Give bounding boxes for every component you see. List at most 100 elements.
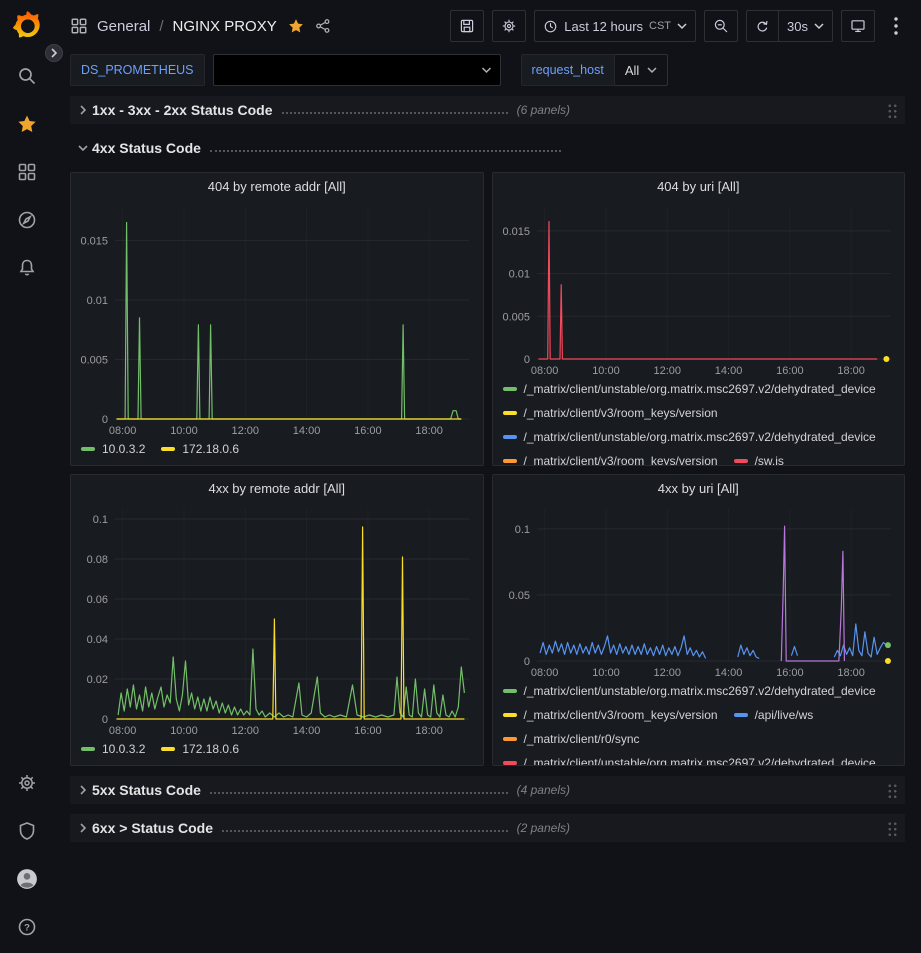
save-dashboard-button[interactable] xyxy=(450,10,484,42)
chart-canvas[interactable]: 00.0050.010.01508:0010:0012:0014:0016:00… xyxy=(497,199,901,377)
row-expanded-chevron-icon xyxy=(74,144,92,152)
variable-value-request-host-dropdown[interactable]: All xyxy=(615,54,668,86)
legend-item[interactable]: /sw.js xyxy=(734,451,784,465)
share-dashboard-button[interactable] xyxy=(315,18,331,34)
kebab-menu-button[interactable] xyxy=(883,10,909,42)
svg-text:12:00: 12:00 xyxy=(231,725,259,737)
refresh-icon xyxy=(755,19,770,34)
row-drag-handle[interactable] xyxy=(886,782,897,798)
panel-title[interactable]: 4xx by remote addr [All] xyxy=(71,475,483,501)
dashboard-canvas: 1xx - 3xx - 2xx Status Code (6 panels) 4… xyxy=(54,88,921,953)
svg-text:0.05: 0.05 xyxy=(508,590,529,602)
chevron-down-icon xyxy=(677,22,687,30)
panel-title[interactable]: 404 by remote addr [All] xyxy=(71,173,483,199)
panel-title[interactable]: 4xx by uri [All] xyxy=(493,475,905,501)
variable-value-ds-prometheus-dropdown[interactable] xyxy=(213,54,501,86)
series-line xyxy=(117,527,465,719)
variables-bar: DS_PROMETHEUS request_host All xyxy=(54,52,921,88)
legend-item[interactable]: /_matrix/client/v3/room_keys/version xyxy=(503,403,718,423)
legend-item[interactable]: /_matrix/client/unstable/org.matrix.msc2… xyxy=(503,753,876,765)
refresh-dashboard-button[interactable] xyxy=(746,10,779,42)
legend-item[interactable]: 172.18.0.6 xyxy=(161,439,239,459)
legend-item[interactable]: /_matrix/client/unstable/org.matrix.msc2… xyxy=(503,681,876,701)
row-header-1xx-3xx-2xx[interactable]: 1xx - 3xx - 2xx Status Code (6 panels) xyxy=(70,96,905,124)
tv-mode-button[interactable] xyxy=(841,10,875,42)
legend-item[interactable]: 10.0.3.2 xyxy=(81,439,145,459)
apps-icon xyxy=(70,17,88,35)
gear-icon xyxy=(17,773,37,793)
sidebar-help-button[interactable]: ? xyxy=(7,907,47,947)
legend-item[interactable]: /_matrix/client/r0/sync xyxy=(503,729,640,749)
sidebar-dashboards-button[interactable] xyxy=(7,152,47,192)
sidebar-user-avatar-button[interactable] xyxy=(7,859,47,899)
chart-canvas[interactable]: 00.020.040.060.080.108:0010:0012:0014:00… xyxy=(75,501,479,737)
zoom-out-icon xyxy=(713,18,729,34)
svg-text:18:00: 18:00 xyxy=(837,667,865,679)
sidebar-top-nav xyxy=(7,56,47,288)
grafana-logo[interactable] xyxy=(12,10,42,40)
svg-text:16:00: 16:00 xyxy=(354,425,382,437)
legend-item[interactable]: 10.0.3.2 xyxy=(81,739,145,759)
time-series-chart: 00.020.040.060.080.108:0010:0012:0014:00… xyxy=(75,501,479,737)
legend-series-name: /_matrix/client/v3/room_keys/version xyxy=(524,406,718,420)
legend-series-name: /api/live/ws xyxy=(755,708,814,722)
main-area: General / NGINX PROXY xyxy=(54,0,921,953)
row-drag-handle[interactable] xyxy=(886,820,897,836)
variable-request-host-selected: All xyxy=(625,63,639,78)
panel-title[interactable]: 404 by uri [All] xyxy=(493,173,905,199)
chart-canvas[interactable]: 00.0050.010.01508:0010:0012:0014:0016:00… xyxy=(75,199,479,437)
legend-series-name: 10.0.3.2 xyxy=(102,442,145,456)
chart-canvas[interactable]: 00.050.108:0010:0012:0014:0016:0018:00 xyxy=(497,501,901,679)
legend-item[interactable]: /_matrix/client/v3/room_keys/version xyxy=(503,451,718,465)
time-range-picker-button[interactable]: Last 12 hours CST xyxy=(534,10,696,42)
sidebar-configuration-button[interactable] xyxy=(7,763,47,803)
question-circle-icon: ? xyxy=(17,917,37,937)
series-end-dot xyxy=(884,642,890,648)
row-header-4xx[interactable]: 4xx Status Code xyxy=(70,134,905,162)
legend-color-marker xyxy=(503,435,517,439)
legend-color-marker xyxy=(161,747,175,751)
sidebar-search-button[interactable] xyxy=(7,56,47,96)
sidebar-alerting-button[interactable] xyxy=(7,248,47,288)
svg-text:0.005: 0.005 xyxy=(80,354,108,366)
row-header-5xx[interactable]: 5xx Status Code (4 panels) xyxy=(70,776,905,804)
legend-item[interactable]: /_matrix/client/unstable/org.matrix.msc2… xyxy=(503,427,876,447)
breadcrumb-section[interactable]: General xyxy=(97,18,150,35)
svg-text:0.08: 0.08 xyxy=(87,554,108,566)
svg-text:08:00: 08:00 xyxy=(109,725,137,737)
row-drag-handle[interactable] xyxy=(886,102,897,118)
breadcrumb: General / NGINX PROXY xyxy=(70,17,331,35)
refresh-interval-button[interactable]: 30s xyxy=(779,10,833,42)
legend-color-marker xyxy=(503,387,517,391)
row-panel-count: (4 panels) xyxy=(517,783,570,797)
svg-text:0.015: 0.015 xyxy=(80,235,108,247)
zoom-out-time-button[interactable] xyxy=(704,10,738,42)
grafana-logo-icon xyxy=(12,10,42,40)
panel-404-by-remote-addr: 404 by remote addr [All] 00.0050.010.015… xyxy=(70,172,484,466)
dashboard-settings-button[interactable] xyxy=(492,10,526,42)
chevron-right-icon xyxy=(50,48,58,58)
sidebar-expand-button[interactable] xyxy=(45,44,63,62)
legend-item[interactable]: /_matrix/client/unstable/org.matrix.msc2… xyxy=(503,379,876,399)
svg-text:0.01: 0.01 xyxy=(508,269,529,281)
series-end-dot xyxy=(883,356,889,362)
legend-item[interactable]: /api/live/ws xyxy=(734,705,814,725)
legend-color-marker xyxy=(503,689,517,693)
svg-text:0: 0 xyxy=(102,414,108,426)
row-collapsed-chevron-icon xyxy=(74,823,92,833)
svg-text:0: 0 xyxy=(523,656,529,668)
sidebar-starred-button[interactable] xyxy=(7,104,47,144)
legend-item[interactable]: 172.18.0.6 xyxy=(161,739,239,759)
breadcrumb-separator: / xyxy=(159,18,163,35)
star-filled-icon xyxy=(288,18,304,34)
legend-series-name: /_matrix/client/unstable/org.matrix.msc2… xyxy=(524,756,876,765)
sidebar-server-admin-button[interactable] xyxy=(7,811,47,851)
series-line xyxy=(538,222,877,360)
sidebar-explore-button[interactable] xyxy=(7,200,47,240)
monitor-icon xyxy=(850,18,866,34)
svg-text:0.1: 0.1 xyxy=(93,514,108,526)
legend-series-name: /_matrix/client/v3/room_keys/version xyxy=(524,708,718,722)
favorite-star-button[interactable] xyxy=(288,18,304,34)
row-header-6xx[interactable]: 6xx > Status Code (2 panels) xyxy=(70,814,905,842)
legend-item[interactable]: /_matrix/client/v3/room_keys/version xyxy=(503,705,718,725)
